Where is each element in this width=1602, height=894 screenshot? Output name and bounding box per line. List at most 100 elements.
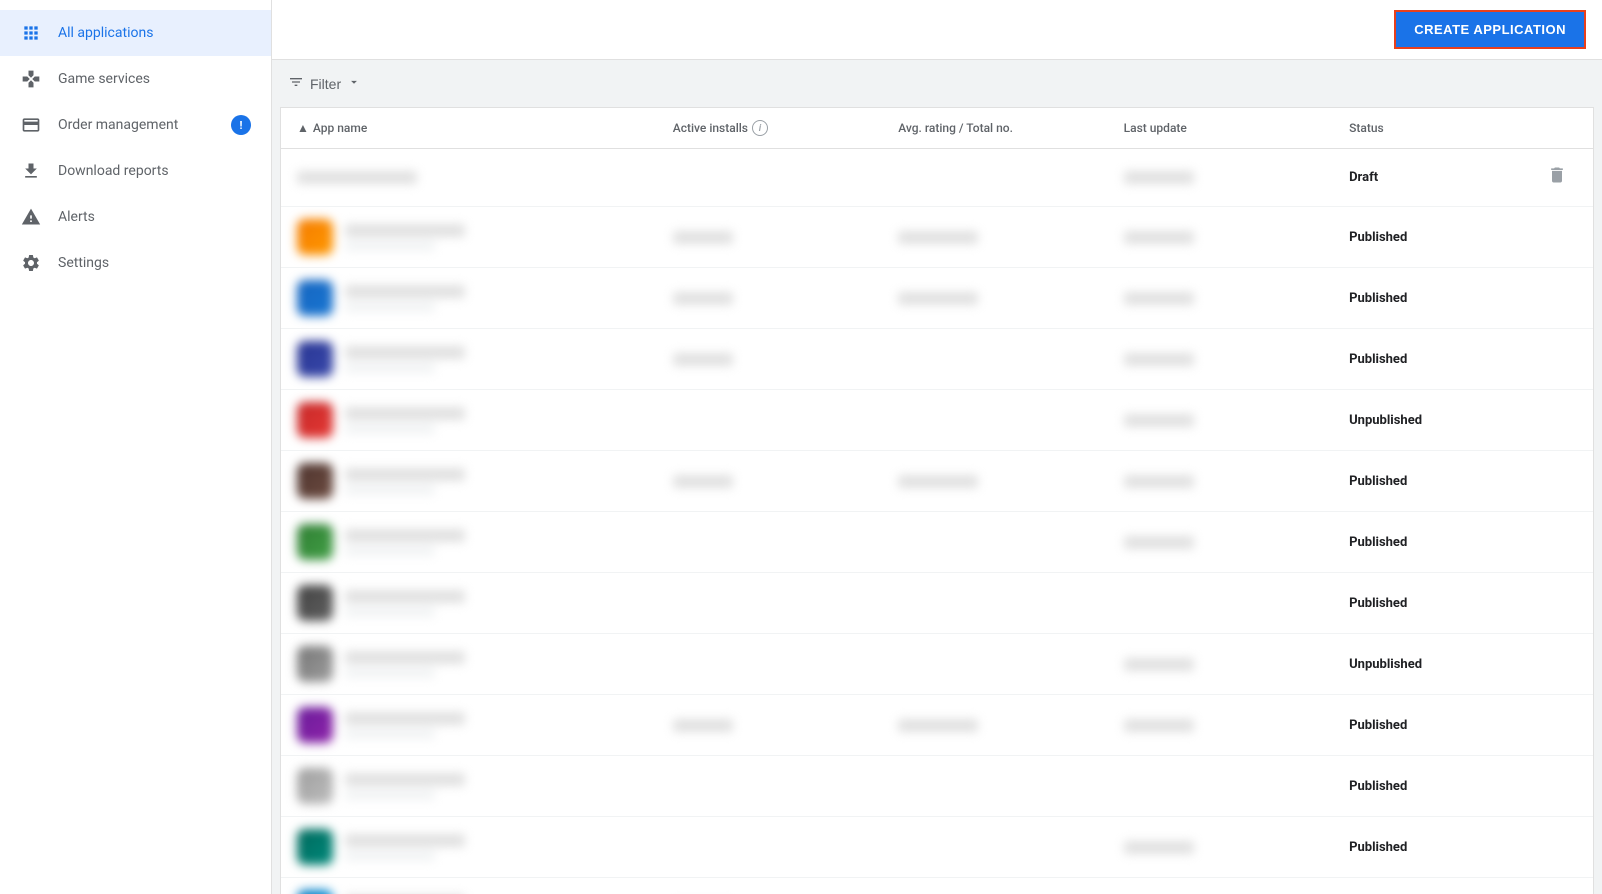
last-update-cell <box>1124 171 1349 184</box>
app-name-text <box>345 468 465 481</box>
app-package <box>345 851 435 861</box>
table-row[interactable]: Published <box>281 451 1593 512</box>
sidebar-item-label: Order management <box>58 117 178 133</box>
app-name-text <box>345 224 465 237</box>
sidebar-item-all-applications[interactable]: All applications <box>0 10 271 56</box>
app-package <box>345 485 435 495</box>
table-row[interactable]: Unpublished <box>281 390 1593 451</box>
table-row[interactable]: Published <box>281 573 1593 634</box>
app-icon <box>297 463 333 499</box>
app-name-text <box>345 834 465 847</box>
sidebar-item-order-management[interactable]: Order management ! <box>0 102 271 148</box>
table-row[interactable]: Draft <box>281 149 1593 207</box>
table-row[interactable]: Published <box>281 512 1593 573</box>
app-name-block <box>345 651 465 678</box>
filter-label: Filter <box>310 76 341 92</box>
table-row[interactable]: Published <box>281 329 1593 390</box>
app-package <box>345 790 435 800</box>
filter-button[interactable]: Filter <box>288 74 361 93</box>
sidebar-item-label: Alerts <box>58 209 95 225</box>
sidebar-item-settings[interactable]: Settings <box>0 240 271 286</box>
app-cell <box>297 171 673 184</box>
sidebar-item-label: Game services <box>58 71 150 87</box>
app-icon <box>297 402 333 438</box>
app-name-text <box>297 171 417 184</box>
app-icon <box>297 524 333 560</box>
app-name-block <box>345 834 465 861</box>
top-bar: CREATE APPLICATION <box>272 0 1602 60</box>
app-icon <box>297 280 333 316</box>
app-package <box>345 607 435 617</box>
app-icon <box>297 829 333 865</box>
last-update-cell <box>1124 292 1349 305</box>
sidebar-item-label: Download reports <box>58 163 169 179</box>
app-cell <box>297 646 673 682</box>
filter-bar: Filter <box>272 60 1602 107</box>
app-cell <box>297 890 673 894</box>
app-name-text <box>345 285 465 298</box>
col-header-last-update: Last update <box>1124 120 1349 136</box>
col-header-active-installs: Active installs i <box>673 120 898 136</box>
sidebar-item-game-services[interactable]: Game services <box>0 56 271 102</box>
app-name-block <box>345 407 465 434</box>
app-name-block <box>345 590 465 617</box>
app-cell <box>297 829 673 865</box>
last-update-cell <box>1124 719 1349 732</box>
status-cell: Draft <box>1349 170 1537 185</box>
table-row[interactable]: Published <box>281 817 1593 878</box>
table-row[interactable]: Published <box>281 268 1593 329</box>
sidebar-item-alerts[interactable]: Alerts <box>0 194 271 240</box>
delete-button[interactable] <box>1543 161 1571 194</box>
avg-rating-cell <box>898 719 1123 732</box>
app-package <box>345 302 435 312</box>
app-name-block <box>345 468 465 495</box>
app-name-block <box>345 773 465 800</box>
main-content: CREATE APPLICATION Filter ▲ App name <box>272 0 1602 894</box>
col-header-avg-rating: Avg. rating / Total no. <box>898 120 1123 136</box>
games-icon <box>20 68 42 90</box>
app-cell <box>297 524 673 560</box>
table-row[interactable]: Unpublished <box>281 634 1593 695</box>
active-installs-cell <box>673 719 898 732</box>
table-header: ▲ App name Active installs i Avg. rating… <box>281 108 1593 149</box>
active-installs-cell <box>673 475 898 488</box>
status-cell: Published <box>1349 230 1537 245</box>
app-package <box>345 424 435 434</box>
table-row[interactable]: Published <box>281 207 1593 268</box>
create-application-button[interactable]: CREATE APPLICATION <box>1394 10 1586 49</box>
app-name-text <box>345 407 465 420</box>
settings-icon <box>20 252 42 274</box>
app-cell <box>297 341 673 377</box>
app-icon <box>297 646 333 682</box>
col-header-status: Status <box>1349 120 1537 136</box>
last-update-cell <box>1124 475 1349 488</box>
status-cell: Published <box>1349 291 1537 306</box>
app-name-text <box>345 651 465 664</box>
app-package <box>345 729 435 739</box>
filter-dropdown-icon <box>347 75 361 92</box>
active-installs-cell <box>673 353 898 366</box>
last-update-cell <box>1124 231 1349 244</box>
table-row[interactable]: Published <box>281 695 1593 756</box>
app-cell <box>297 463 673 499</box>
status-cell: Unpublished <box>1349 657 1537 672</box>
avg-rating-cell <box>898 231 1123 244</box>
app-package <box>345 363 435 373</box>
app-name-block <box>297 171 417 184</box>
table-row[interactable]: Published <box>281 756 1593 817</box>
app-name-text <box>345 346 465 359</box>
app-cell <box>297 219 673 255</box>
last-update-cell <box>1124 658 1349 671</box>
order-management-badge: ! <box>231 115 251 135</box>
download-icon <box>20 160 42 182</box>
table-body: DraftPublishedPublishedPublishedUnpublis… <box>281 149 1593 894</box>
app-name-text <box>345 590 465 603</box>
sidebar-item-download-reports[interactable]: Download reports <box>0 148 271 194</box>
app-icon <box>297 219 333 255</box>
app-name-text <box>345 712 465 725</box>
app-icon <box>297 585 333 621</box>
table-row[interactable]: Published <box>281 878 1593 894</box>
app-name-block <box>345 712 465 739</box>
active-installs-info-icon[interactable]: i <box>752 120 768 136</box>
active-installs-cell <box>673 292 898 305</box>
